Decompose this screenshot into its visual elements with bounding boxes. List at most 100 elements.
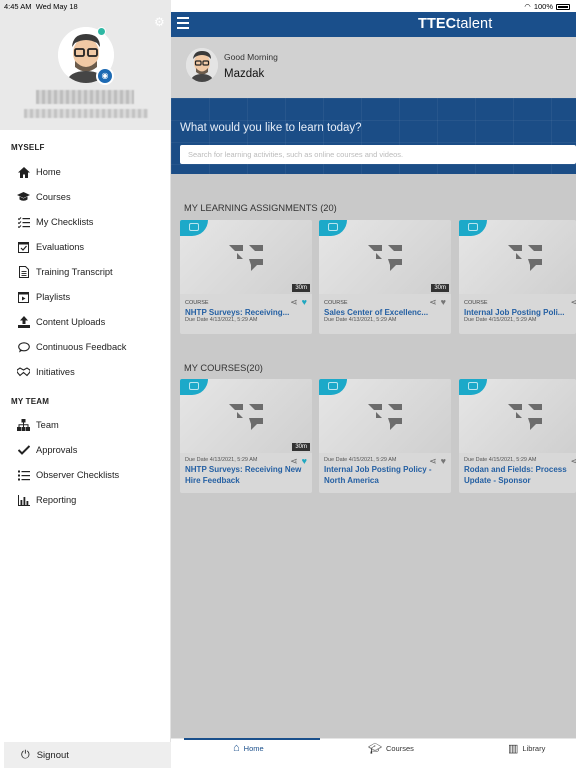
assignment-card[interactable]: 30m ⋖ ♥ COURSE NHTP Surveys: Receiving...…: [180, 220, 312, 334]
course-card[interactable]: ⋖ ♥ Due Date 4/15/2021, 5:29 AM Internal …: [319, 379, 451, 493]
card-type: COURSE: [464, 300, 488, 306]
drawer-item-home[interactable]: Home: [17, 165, 61, 179]
upload-icon: [17, 316, 30, 329]
checkmark-icon: [17, 444, 30, 457]
drawer-item-playlists[interactable]: Playlists: [17, 290, 70, 304]
hamburger-menu-icon[interactable]: [177, 17, 189, 29]
duration-badge: 30m: [292, 284, 310, 292]
app-header: [171, 12, 576, 37]
course-logo-icon: [229, 245, 263, 271]
share-icon[interactable]: ⋖: [290, 297, 298, 308]
graduation-cap-icon: [17, 191, 30, 204]
drawer-item-content-uploads[interactable]: Content Uploads: [17, 315, 105, 329]
handshake-icon: [17, 366, 30, 379]
badge-icon: [180, 379, 208, 395]
signout-button[interactable]: ⏻ Signout: [4, 742, 171, 768]
card-thumbnail: [459, 379, 576, 453]
course-logo-icon: [508, 245, 542, 271]
playlist-icon: [17, 291, 30, 304]
user-avatar[interactable]: [186, 48, 218, 82]
drawer-item-courses[interactable]: Courses: [17, 190, 71, 204]
card-thumbnail: [319, 379, 451, 453]
active-tab-indicator: [184, 738, 320, 740]
heart-icon[interactable]: ♥: [441, 297, 446, 308]
gear-icon[interactable]: ⚙: [154, 15, 165, 29]
section-myself: MYSELF: [11, 143, 45, 152]
card-title[interactable]: Internal Job Posting Policy - North Amer…: [324, 465, 446, 486]
drawer-item-training-transcript[interactable]: Training Transcript: [17, 265, 113, 279]
redacted-name: [36, 90, 134, 104]
section-my-team: MY TEAM: [11, 397, 50, 406]
assignment-card[interactable]: 30m ⋖ ♥ COURSE Sales Center of Excellenc.…: [319, 220, 451, 334]
badge-icon: [459, 379, 487, 395]
card-due-date: Due Date 4/15/2021, 5:29 AM: [464, 317, 537, 323]
drawer-item-team[interactable]: Team: [17, 418, 59, 432]
wifi-icon: ◠: [524, 2, 531, 11]
verified-badge-icon: [97, 27, 106, 36]
brand-logo: TTECtalent: [418, 16, 493, 32]
course-logo-icon: [508, 404, 542, 430]
bottom-nav-home[interactable]: ⌂ Home: [233, 742, 264, 754]
share-icon[interactable]: ⋖: [429, 297, 437, 308]
redacted-email: [24, 109, 148, 118]
heart-icon[interactable]: ♥: [302, 456, 307, 467]
drawer-item-my-checklists[interactable]: My Checklists: [17, 215, 93, 229]
navigation-drawer: ◉ ⚙ MYSELF Home Courses My Checklists Ev…: [0, 0, 171, 768]
calendar-check-icon: [17, 241, 30, 254]
status-bar: 4:45 AM Wed May 18 ◠ 100%: [0, 0, 576, 12]
card-thumbnail: 30m: [319, 220, 451, 294]
duration-badge: 30m: [431, 284, 449, 292]
drawer-item-initiatives[interactable]: Initiatives: [17, 365, 75, 379]
drawer-item-observer-checklists[interactable]: Observer Checklists: [17, 468, 119, 482]
card-due-date: Due Date 4/13/2021, 5:29 AM: [185, 317, 258, 323]
bottom-nav-library[interactable]: ▥ Library: [508, 742, 545, 755]
camera-icon[interactable]: ◉: [96, 67, 114, 85]
drawer-item-continuous-feedback[interactable]: Continuous Feedback: [17, 340, 126, 354]
home-icon: [17, 166, 30, 179]
graduation-cap-icon: 🎓︎: [368, 743, 382, 755]
card-type: COURSE: [324, 300, 348, 306]
course-logo-icon: [368, 404, 402, 430]
course-logo-icon: [229, 404, 263, 430]
org-chart-icon: [17, 419, 30, 432]
duration-badge: 30m: [292, 443, 310, 451]
card-due-date: Due Date 4/15/2021, 5:29 AM: [464, 457, 537, 463]
card-title[interactable]: NHTP Surveys: Receiving...: [185, 308, 307, 317]
course-card[interactable]: ⋖ Due Date 4/15/2021, 5:29 AM Rodan and …: [459, 379, 576, 493]
card-title[interactable]: NHTP Surveys: Receiving New Hire Feedbac…: [185, 465, 307, 486]
heart-icon[interactable]: ♥: [441, 456, 446, 467]
drawer-item-evaluations[interactable]: Evaluations: [17, 240, 84, 254]
profile-header: ◉ ⚙: [0, 0, 171, 130]
power-icon: ⏻: [21, 748, 30, 761]
card-title[interactable]: Rodan and Fields: Process Update - Spons…: [464, 465, 571, 486]
section-title-assignments: MY LEARNING ASSIGNMENTS (20): [184, 203, 337, 213]
heart-icon[interactable]: ♥: [302, 297, 307, 308]
card-thumbnail: 30m: [180, 379, 312, 453]
course-card[interactable]: 30m ⋖ ♥ Due Date 4/13/2021, 5:29 AM NHTP …: [180, 379, 312, 493]
home-icon: ⌂: [233, 742, 240, 754]
card-thumbnail: [459, 220, 576, 294]
books-icon: ▥: [508, 743, 519, 755]
bottom-nav-courses[interactable]: 🎓︎ Courses: [368, 742, 414, 755]
greeting-username: Mazdak: [224, 68, 265, 80]
share-icon[interactable]: ⋖: [570, 456, 576, 467]
share-icon[interactable]: ⋖: [570, 297, 576, 308]
card-type: COURSE: [185, 300, 209, 306]
speech-bubble-icon: [17, 341, 30, 354]
card-title[interactable]: Sales Center of Excellenc...: [324, 308, 446, 317]
status-time: 4:45 AM Wed May 18: [4, 2, 78, 11]
badge-icon: [319, 379, 347, 395]
drawer-item-reporting[interactable]: Reporting: [17, 493, 76, 507]
section-title-courses: MY COURSES(20): [184, 363, 263, 373]
badge-icon: [459, 220, 487, 236]
drawer-item-approvals[interactable]: Approvals: [17, 443, 77, 457]
search-input[interactable]: Search for learning activities, such as …: [180, 145, 576, 164]
card-title[interactable]: Internal Job Posting Poli...: [464, 308, 571, 317]
status-right: ◠ 100%: [524, 2, 570, 11]
course-logo-icon: [368, 245, 402, 271]
share-icon[interactable]: ⋖: [290, 456, 298, 467]
share-icon[interactable]: ⋖: [429, 456, 437, 467]
badge-icon: [319, 220, 347, 236]
card-due-date: Due Date 4/13/2021, 5:29 AM: [324, 317, 397, 323]
assignment-card[interactable]: ⋖ COURSE Internal Job Posting Poli... Du…: [459, 220, 576, 334]
